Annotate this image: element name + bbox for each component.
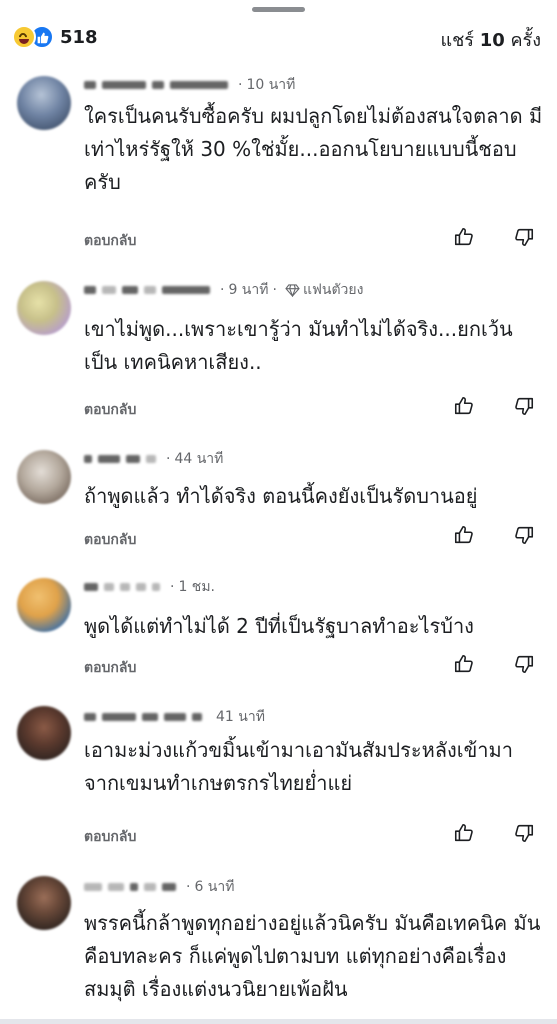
comment-time[interactable]: 1 ชม. xyxy=(178,576,215,598)
comment-time[interactable]: 6 นาที xyxy=(194,876,234,898)
comment-time[interactable]: 44 นาที xyxy=(174,448,223,470)
like-button[interactable] xyxy=(453,524,475,546)
comment-text: พรรคนี้กล้าพูดทุกอย่างอยู่แล้วนิครับ มัน… xyxy=(84,911,541,1001)
bottom-edge xyxy=(0,1019,557,1024)
like-button[interactable] xyxy=(453,822,475,844)
thumbs-down-icon xyxy=(515,397,534,416)
reply-button[interactable]: ตอบกลับ xyxy=(84,657,136,679)
reactions-summary-bar: 518 แชร์ 10 ครั้ง xyxy=(0,22,557,52)
comment-meta: 41 นาที xyxy=(84,706,265,728)
comment-meta: · 10 นาที xyxy=(84,74,295,96)
badge-label: แฟนตัวยง xyxy=(302,282,364,298)
avatar[interactable] xyxy=(17,876,71,930)
reaction-summary[interactable]: 518 xyxy=(12,24,98,50)
avatar[interactable] xyxy=(17,706,71,760)
reply-button[interactable]: ตอบกลับ xyxy=(84,826,136,848)
avatar[interactable] xyxy=(17,281,71,335)
comment-text: เอามะม่วงแก้วขมิ้นเข้ามาเอามันสัมประหลัง… xyxy=(84,738,513,795)
dislike-button[interactable] xyxy=(513,653,535,675)
reaction-count: 518 xyxy=(60,26,98,48)
thumbs-down-icon xyxy=(515,228,534,247)
avatar[interactable] xyxy=(17,76,71,130)
share-prefix: แชร์ xyxy=(440,30,474,51)
thumbs-down-icon xyxy=(515,824,534,843)
thumbs-up-icon xyxy=(454,654,473,673)
dislike-button[interactable] xyxy=(513,524,535,546)
dislike-button[interactable] xyxy=(513,822,535,844)
comment-text: พูดได้แต่ทำไม่ได้ 2 ปีที่เป็นรัฐบาลทำอะไ… xyxy=(84,614,474,638)
like-button[interactable] xyxy=(453,226,475,248)
comment-time[interactable]: 10 นาที xyxy=(246,74,295,96)
thumbs-up-icon xyxy=(454,396,473,415)
thumbs-up-icon xyxy=(454,823,473,842)
fan-badge: แฟนตัวยง xyxy=(285,279,364,301)
dislike-button[interactable] xyxy=(513,226,535,248)
comment-meta: · 1 ชม. xyxy=(84,576,215,598)
sheet-drag-handle[interactable] xyxy=(252,7,305,12)
comment-text: ถ้าพูดแล้ว ทำได้จริง ตอนนี้คงยังเป็นรัดบ… xyxy=(84,484,478,508)
avatar[interactable] xyxy=(17,578,71,632)
comment-meta: · 9 นาที · แฟนตัวยง xyxy=(84,279,363,301)
reply-button[interactable]: ตอบกลับ xyxy=(84,529,136,551)
dislike-button[interactable] xyxy=(513,395,535,417)
comment-text: ใครเป็นคนรับซื้อครับ ผมปลูกโดยไม่ต้องสนใ… xyxy=(84,104,543,194)
thumbs-down-icon xyxy=(515,526,534,545)
share-number: 10 xyxy=(479,30,505,51)
like-button[interactable] xyxy=(453,395,475,417)
comment-time[interactable]: 9 นาที xyxy=(228,279,268,301)
thumbs-up-icon xyxy=(454,227,473,246)
thumbs-down-icon xyxy=(515,655,534,674)
comment-time[interactable]: 41 นาที xyxy=(216,706,265,728)
like-button[interactable] xyxy=(453,653,475,675)
reply-button[interactable]: ตอบกลับ xyxy=(84,399,136,421)
share-suffix: ครั้ง xyxy=(510,30,542,51)
comment-meta: · 44 นาที xyxy=(84,448,223,470)
thumbs-up-icon xyxy=(454,525,473,544)
share-count[interactable]: แชร์ 10 ครั้ง xyxy=(440,25,541,54)
comment-meta: · 6 นาที xyxy=(84,876,234,898)
diamond-icon xyxy=(285,283,300,297)
avatar[interactable] xyxy=(17,450,71,504)
haha-icon xyxy=(12,25,36,49)
comment-text: เขาไม่พูด...เพราะเขารู้ว่า มันทำไม่ได้จร… xyxy=(84,317,513,374)
reply-button[interactable]: ตอบกลับ xyxy=(84,230,136,252)
